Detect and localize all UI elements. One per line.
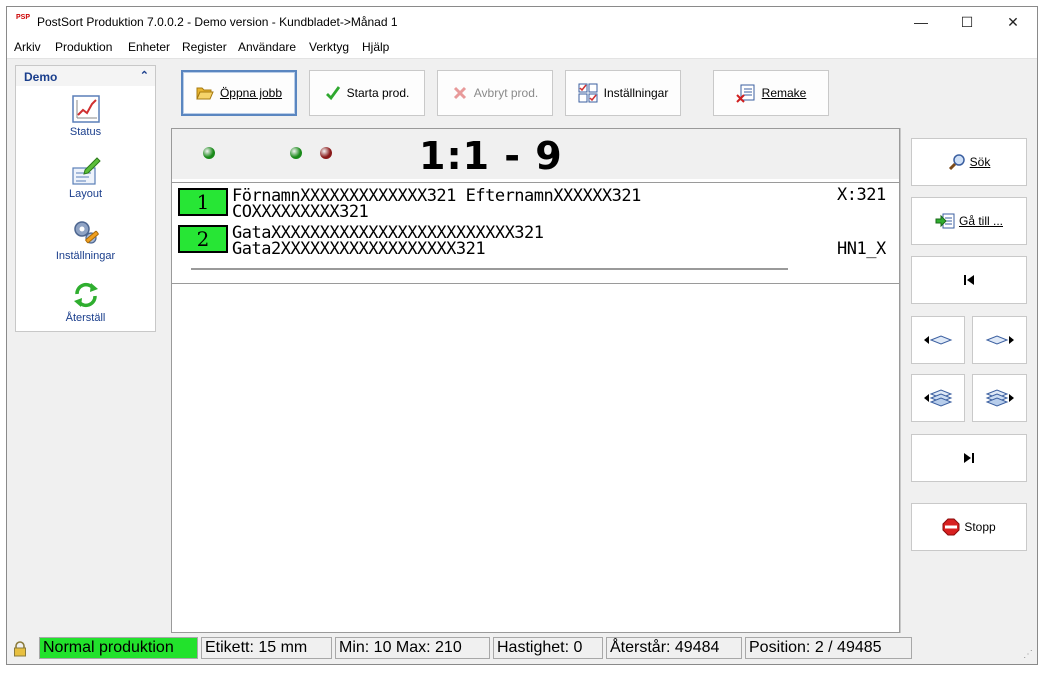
- left-panel: Demo ⌃ Status Layout Inställningar Åters…: [7, 59, 164, 633]
- menu-enheter[interactable]: Enheter: [128, 40, 170, 54]
- nav-item-layout[interactable]: Layout: [16, 156, 155, 200]
- skip-last-icon: [964, 453, 974, 463]
- label-right-bottom: HN1_X: [837, 239, 886, 259]
- remake-label: Remake: [761, 86, 807, 100]
- nav-item-status[interactable]: Status: [16, 94, 155, 138]
- search-button[interactable]: Sök: [911, 138, 1027, 186]
- app-logo-icon: PSP: [15, 14, 30, 21]
- stop-sign-icon: [942, 518, 960, 536]
- menu-hjalp[interactable]: Hjälp: [362, 40, 389, 54]
- collapse-icon[interactable]: ⌃: [140, 69, 149, 82]
- gears-wrench-icon: [71, 218, 101, 248]
- nav-label-status: Status: [69, 126, 102, 138]
- status-led-2: [290, 147, 302, 159]
- menu-bar: Arkiv Produktion Enheter Register Använd…: [7, 37, 1037, 59]
- first-record-button[interactable]: [911, 256, 1027, 304]
- stop-label: Stopp: [964, 520, 996, 534]
- line-number-badge: 2: [178, 225, 228, 253]
- status-led-1: [203, 147, 215, 159]
- menu-register[interactable]: Register: [182, 40, 227, 54]
- label-line: COXXXXXXXXX321: [232, 202, 369, 222]
- next-label-icon: [985, 335, 1014, 345]
- next-label-button[interactable]: [972, 316, 1027, 364]
- cancel-x-icon: [453, 86, 466, 100]
- goto-label: Gå till ...: [958, 214, 1003, 228]
- settings-button[interactable]: Inställningar: [565, 70, 681, 116]
- open-job-button[interactable]: Öppna jobb: [181, 70, 297, 116]
- resize-grip-icon[interactable]: ⋰: [1023, 649, 1033, 660]
- window-title: PostSort Produktion 7.0.0.2 - Demo versi…: [37, 15, 398, 29]
- menu-verktyg[interactable]: Verktyg: [309, 40, 349, 54]
- status-bar: Normal produktion Etikett: 15 mm Min: 10…: [7, 633, 1037, 664]
- nav-label-aterstall: Återställ: [65, 312, 106, 324]
- previous-bundle-icon: [924, 389, 953, 407]
- position-status: Position: 2 / 49485: [745, 637, 912, 659]
- settings-label: Inställningar: [603, 86, 669, 100]
- cancel-prod-button[interactable]: Avbryt prod.: [437, 70, 553, 116]
- demo-group: Demo ⌃ Status Layout Inställningar Åters…: [15, 65, 156, 332]
- open-job-label: Öppna jobb: [219, 86, 283, 100]
- previous-label-icon: [924, 335, 953, 345]
- start-prod-label: Starta prod.: [346, 86, 410, 100]
- previous-bundle-button[interactable]: [911, 374, 965, 422]
- status-led-3: [320, 147, 332, 159]
- chart-icon: [71, 94, 101, 124]
- production-mode-status: Normal produktion: [39, 637, 198, 659]
- menu-arkiv[interactable]: Arkiv: [14, 40, 41, 54]
- app-window: PSP PostSort Produktion 7.0.0.2 - Demo v…: [6, 6, 1038, 665]
- stop-button[interactable]: Stopp: [911, 503, 1027, 551]
- goto-button[interactable]: Gå till ...: [911, 197, 1027, 245]
- remake-button[interactable]: Remake: [713, 70, 829, 116]
- label-line: Gata2XXXXXXXXXXXXXXXXXX321: [232, 239, 486, 259]
- lock-icon: [12, 641, 28, 657]
- line-number-badge: 1: [178, 188, 228, 216]
- checkmark-icon: [325, 86, 340, 101]
- settings-grid-icon: [578, 83, 598, 103]
- remaining-status: Återstår: 49484: [606, 637, 742, 659]
- label-size-status: Etikett: 15 mm: [201, 637, 332, 659]
- next-bundle-button[interactable]: [972, 374, 1027, 422]
- maximize-button[interactable]: ☐: [944, 7, 990, 37]
- menu-produktion[interactable]: Produktion: [55, 40, 112, 54]
- nav-item-installningar[interactable]: Inställningar: [16, 218, 155, 262]
- nav-label-layout: Layout: [68, 188, 103, 200]
- previous-label-button[interactable]: [911, 316, 965, 364]
- refresh-icon: [71, 280, 101, 310]
- nav-label-installningar: Inställningar: [55, 250, 116, 262]
- goto-arrow-icon: [935, 213, 955, 229]
- next-bundle-icon: [985, 389, 1014, 407]
- folder-open-icon: [196, 87, 214, 100]
- demo-group-header[interactable]: Demo ⌃: [16, 66, 155, 86]
- label-right-top: X:321: [837, 185, 886, 205]
- magnifier-icon: [948, 154, 965, 171]
- search-label: Sök: [969, 155, 991, 169]
- production-counter: 1:1 - 9: [419, 134, 563, 178]
- title-bar: PSP PostSort Produktion 7.0.0.2 - Demo v…: [7, 7, 1037, 37]
- cancel-prod-label: Avbryt prod.: [473, 86, 539, 100]
- speed-status: Hastighet: 0: [493, 637, 603, 659]
- minimize-button[interactable]: —: [898, 7, 944, 37]
- nav-item-aterstall[interactable]: Återställ: [16, 280, 155, 324]
- skip-first-icon: [964, 275, 974, 285]
- close-button[interactable]: ✕: [990, 7, 1036, 37]
- horizontal-scrollbar[interactable]: [191, 268, 788, 270]
- remake-document-icon: [735, 84, 755, 103]
- start-prod-button[interactable]: Starta prod.: [309, 70, 425, 116]
- demo-group-title: Demo: [24, 70, 58, 84]
- menu-anvandare[interactable]: Användare: [238, 40, 296, 54]
- last-record-button[interactable]: [911, 434, 1027, 482]
- minmax-status: Min: 10 Max: 210: [335, 637, 490, 659]
- layout-pencil-icon: [71, 156, 101, 186]
